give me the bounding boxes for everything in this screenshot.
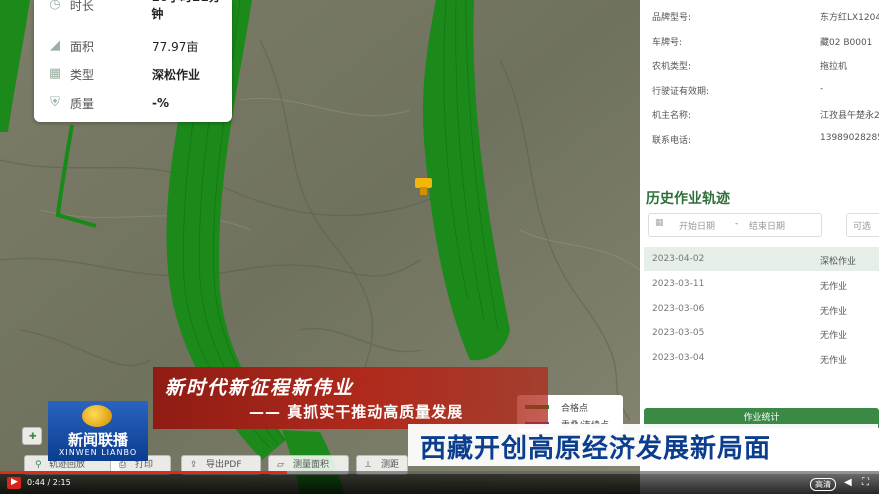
calendar-icon: ▦ [655,218,664,228]
vehicle-label-phone: 联系电话: [652,136,692,146]
info-label: 类型 [70,67,95,82]
progress-fill [0,471,287,474]
date-separator: - [735,219,739,229]
logo-chinese: 新闻联播 [67,431,128,449]
right-panel: 品牌型号: 东方红LX1204 车牌号: 藏02 B0001 农机类型: 拖拉机… [640,0,879,494]
button-label: 测量面积 [293,460,330,470]
history-row[interactable]: 2023-03-06 无作业 [644,297,879,321]
play-icon: ▶ [11,477,18,487]
vehicle-label-type: 农机类型: [652,62,692,72]
category-icon: ▦ [48,66,62,81]
area-icon: ◢ [50,38,60,53]
vehicle-value-owner: 江孜县午楚永2 [820,111,879,121]
banner-line-2: —— 真抓实干推动高质量发展 [249,403,464,421]
history-type: 无作业 [820,307,848,317]
map-tool-button[interactable]: ✚ [22,427,42,445]
info-row-duration: ◷ 时长 10小时21分钟 [48,0,232,21]
type-filter-select[interactable]: 可选 [846,213,879,237]
playback-time: 0:44 / 2:15 [27,478,71,487]
news-caption-banner: 新时代新征程新伟业 —— 真抓实干推动高质量发展 [153,367,548,429]
history-row[interactable]: 2023-03-05 无作业 [644,321,879,345]
history-type: 深松作业 [820,257,857,267]
info-row-quality: ⛨ 质量 -% [48,92,169,114]
clock-icon: ◷ [49,0,61,12]
history-row[interactable]: 2023-03-11 无作业 [644,272,879,296]
info-value: 10小时21分钟 [151,0,220,21]
history-type: 无作业 [820,282,848,292]
history-date: 2023-03-11 [652,279,705,289]
filter-placeholder: 可选 [853,222,872,232]
info-row-area: ◢ 面积 77.97亩 [48,35,198,57]
vehicle-value-brand: 东方红LX1204 [820,13,879,23]
logo-english: XINWEN LIANBO [58,448,138,457]
button-label: 导出PDF [206,460,242,470]
info-label: 时长 [69,0,94,13]
banner-line-1: 新时代新征程新伟业 [165,377,355,399]
vehicle-label-brand: 品牌型号: [652,13,692,23]
history-type: 无作业 [820,331,848,341]
vehicle-label-owner: 机主名称: [652,111,692,121]
legend-label-qualified: 合格点 [561,404,589,414]
vehicle-value-type: 拖拉机 [820,62,848,72]
vehicle-value-phone: 13989028285 [820,133,879,143]
history-date: 2023-03-04 [652,353,705,363]
info-label: 质量 [70,96,95,111]
globe-icon [82,405,112,427]
play-button[interactable]: ▶ [7,477,21,489]
history-date: 2023-04-02 [652,254,705,264]
pin-icon: ✚ [29,432,37,442]
info-value: -% [152,96,170,110]
news-headline: 西藏开创高原经济发展新局面 [408,424,878,466]
history-date: 2023-03-05 [652,328,705,338]
cctv-watermark-right: CCTV [710,38,787,68]
vehicle-value-plate: 藏02 B0001 [820,38,873,48]
vehicle-label-plate: 车牌号: [652,38,683,48]
history-row[interactable]: 2023-04-02 深松作业 [644,247,879,271]
history-date: 2023-03-06 [652,304,705,314]
headline-text: 西藏开创高原经济发展新局面 [420,434,772,464]
fullscreen-icon[interactable]: ⛶ [862,477,869,488]
xinwen-lianbo-logo: 新闻联播 XINWEN LIANBO [48,401,148,461]
date-range-picker[interactable]: ▦ 开始日期 - 结束日期 [648,213,822,237]
start-date-input[interactable]: 开始日期 [679,219,715,232]
vehicle-value-license: - [820,84,824,94]
history-title: 历史作业轨迹 [646,191,730,207]
volume-icon[interactable]: ◀ [844,477,852,488]
vehicle-label-license: 行驶证有效期: [652,87,710,97]
video-player-controls [0,471,879,494]
history-row[interactable]: 2023-03-04 无作业 [644,346,879,370]
info-value: 深松作业 [152,67,201,82]
history-type: 无作业 [820,356,848,366]
work-info-card: ◷ 时长 10小时21分钟 ◢ 面积 77.97亩 ▦ 类型 深松作业 ⛨ 质量… [34,0,232,122]
shield-icon: ⛨ [50,95,60,110]
info-value: 77.97亩 [152,39,199,54]
button-label: 测距 [381,460,400,470]
info-label: 面积 [70,39,95,54]
end-date-input[interactable]: 结束日期 [749,219,785,232]
button-label: 打印 [135,460,154,470]
info-row-type: ▦ 类型 深松作业 [48,63,200,85]
button-label: 轨迹回放 [49,460,86,470]
quality-button[interactable]: 高清 [810,478,836,491]
